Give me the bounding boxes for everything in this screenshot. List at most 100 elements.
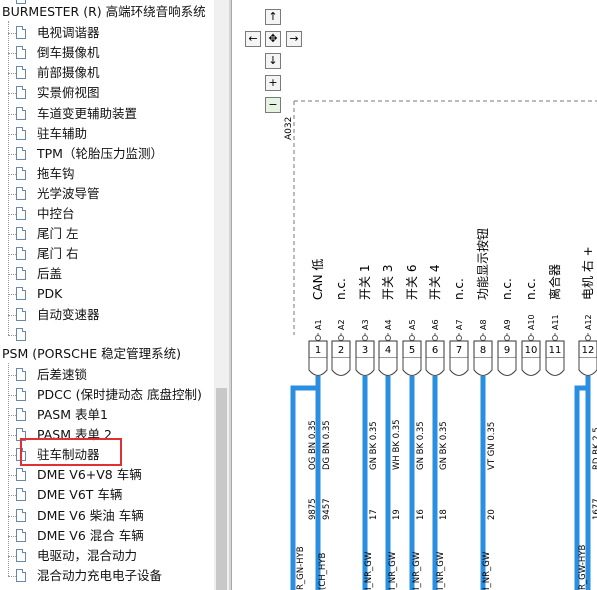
wiring-diagram-canvas: A032CAN 低A11DG BN 0.359457n.c.A22开关 1A33… bbox=[284, 100, 597, 590]
pin-number: 9 bbox=[504, 345, 510, 356]
pin-number: 10 bbox=[525, 345, 538, 356]
pin-name: A10 bbox=[527, 314, 536, 330]
tree-connector-line bbox=[8, 555, 16, 557]
wire-spec: GN BK 0.35 bbox=[439, 421, 449, 470]
tree-connector-line bbox=[8, 334, 16, 336]
wire-destination-label: I_NR_GW bbox=[412, 551, 422, 590]
document-icon bbox=[16, 267, 26, 281]
tree-connector-line bbox=[8, 93, 16, 95]
wire-number: 20 bbox=[487, 509, 497, 520]
document-icon bbox=[16, 26, 26, 40]
document-icon bbox=[16, 146, 26, 160]
tree-connector-line bbox=[8, 415, 16, 416]
tree-connector-line bbox=[8, 475, 16, 477]
wire-spec: GN BK 0.35 bbox=[369, 421, 379, 470]
pin-function-label: n.c. bbox=[452, 278, 466, 300]
tree-connector-line bbox=[8, 153, 16, 155]
wire-spec: DG BN 0.35 bbox=[322, 420, 332, 470]
wire-destination-label: I_NR_GW bbox=[388, 551, 398, 590]
wire-spec: GN BK 0.35 bbox=[416, 421, 426, 470]
tree-connector-line bbox=[8, 254, 16, 256]
document-icon bbox=[16, 367, 26, 381]
document-icon bbox=[16, 247, 26, 261]
tree-category[interactable]: PSM (PORSCHE 稳定管理系统) bbox=[2, 344, 181, 364]
pin-name: A8 bbox=[479, 319, 488, 330]
pin-name: A12 bbox=[584, 314, 593, 330]
tree-connector-line bbox=[8, 234, 16, 236]
wire-number: 9875 bbox=[308, 498, 318, 520]
pin-terminal bbox=[385, 335, 391, 341]
tree-item-label: 前部摄像机 bbox=[37, 65, 100, 81]
tree-item-label: 拖车钩 bbox=[37, 165, 75, 181]
pin-function-label: CAN 低 bbox=[311, 259, 325, 300]
tree-connector-line bbox=[8, 274, 16, 276]
pin-number: 7 bbox=[456, 345, 462, 356]
document-icon bbox=[16, 508, 26, 522]
pin-terminal bbox=[528, 335, 534, 341]
wire-spec: OG BN 0.35 bbox=[308, 420, 318, 470]
pin-terminal bbox=[362, 335, 368, 341]
pin-terminal bbox=[585, 335, 591, 341]
pin-function-label: 离合器 bbox=[547, 264, 562, 300]
tree-category-label: PSM (PORSCHE 稳定管理系统) bbox=[2, 345, 181, 361]
tree-category[interactable]: BURMESTER (R) 高端环绕音响系统 bbox=[2, 2, 206, 22]
tree-connector-line bbox=[8, 173, 16, 175]
wiring-diagram-pane[interactable]: ↑ ← ✥ → ↓ + − A032 CAN 低 A1 1 DG BN 0.35 9457… bbox=[233, 0, 597, 590]
wire-spec: VT GN 0.35 bbox=[487, 422, 497, 470]
tree-connector-line bbox=[8, 535, 16, 537]
tree-item-label: 车道变更辅助装置 bbox=[37, 105, 138, 121]
tree-item-label: DME V6+V8 车辆 bbox=[37, 467, 142, 483]
pin-number: 4 bbox=[385, 345, 391, 356]
pin-name: A6 bbox=[431, 319, 440, 330]
tree-item-label: 尾门 左 bbox=[37, 226, 79, 242]
document-icon bbox=[16, 126, 26, 140]
selection-highlight-box bbox=[20, 438, 122, 466]
pin-name: A3 bbox=[361, 319, 370, 330]
tree-item-label: 实景俯视图 bbox=[37, 85, 100, 101]
tree-connector-line bbox=[8, 73, 16, 75]
pin-name: A11 bbox=[551, 314, 560, 330]
pin-housing bbox=[402, 358, 422, 376]
pane-splitter[interactable] bbox=[229, 0, 232, 590]
document-icon bbox=[16, 166, 26, 180]
pin-function-label: 开关 4 bbox=[428, 265, 442, 300]
tree-connector-line bbox=[8, 113, 16, 115]
tree-scrollbar-thumb[interactable] bbox=[216, 388, 227, 590]
tree-item-label: DME V6 柴油 车辆 bbox=[37, 507, 144, 523]
pin-housing bbox=[425, 358, 445, 376]
pin-name: A9 bbox=[503, 319, 512, 330]
document-icon bbox=[16, 327, 26, 341]
wire-spec: RD BK 2.5 bbox=[592, 427, 597, 470]
document-icon bbox=[16, 408, 26, 421]
tree-item-label: 电驱动，混合动力 bbox=[37, 547, 138, 563]
tree-connector-line bbox=[8, 575, 16, 577]
tree-item-label: 驻车辅助 bbox=[37, 125, 88, 141]
tree-connector-line bbox=[8, 193, 16, 195]
pin-function-label: 开关 6 bbox=[405, 265, 419, 300]
pin-housing bbox=[521, 358, 541, 376]
pin-name: A5 bbox=[408, 319, 417, 330]
wire-destination-label: I_NR_GW bbox=[482, 551, 492, 590]
tree-item-label: TPM（轮胎压力监测） bbox=[37, 145, 163, 161]
document-icon bbox=[16, 568, 26, 582]
tree-item-label: PDK bbox=[37, 286, 63, 302]
document-icon bbox=[16, 207, 26, 220]
tree-connector-line bbox=[8, 33, 16, 35]
tree-connector-line bbox=[8, 374, 16, 376]
wire-destination-label: I_NR_GW bbox=[364, 551, 374, 590]
pin-terminal bbox=[315, 335, 321, 341]
document-icon bbox=[16, 387, 26, 401]
tree-connector-line bbox=[8, 294, 16, 296]
tree-item-label: 电视调谐器 bbox=[37, 25, 100, 41]
pin-number: 3 bbox=[362, 345, 368, 356]
wire-destination-label: (CH_HYB bbox=[318, 553, 328, 590]
tree-item-label: 后差速锁 bbox=[37, 366, 88, 382]
wire-number: 9457 bbox=[322, 498, 332, 520]
pin-number: 12 bbox=[582, 345, 595, 356]
wire-number: 16 bbox=[416, 509, 426, 520]
tree-connector-line bbox=[8, 455, 16, 457]
tree-connector-line bbox=[8, 362, 9, 576]
pin-terminal bbox=[432, 335, 438, 341]
document-icon bbox=[16, 66, 26, 80]
tree-item-label: PDCC (保时捷动态 底盘控制) bbox=[37, 386, 202, 402]
